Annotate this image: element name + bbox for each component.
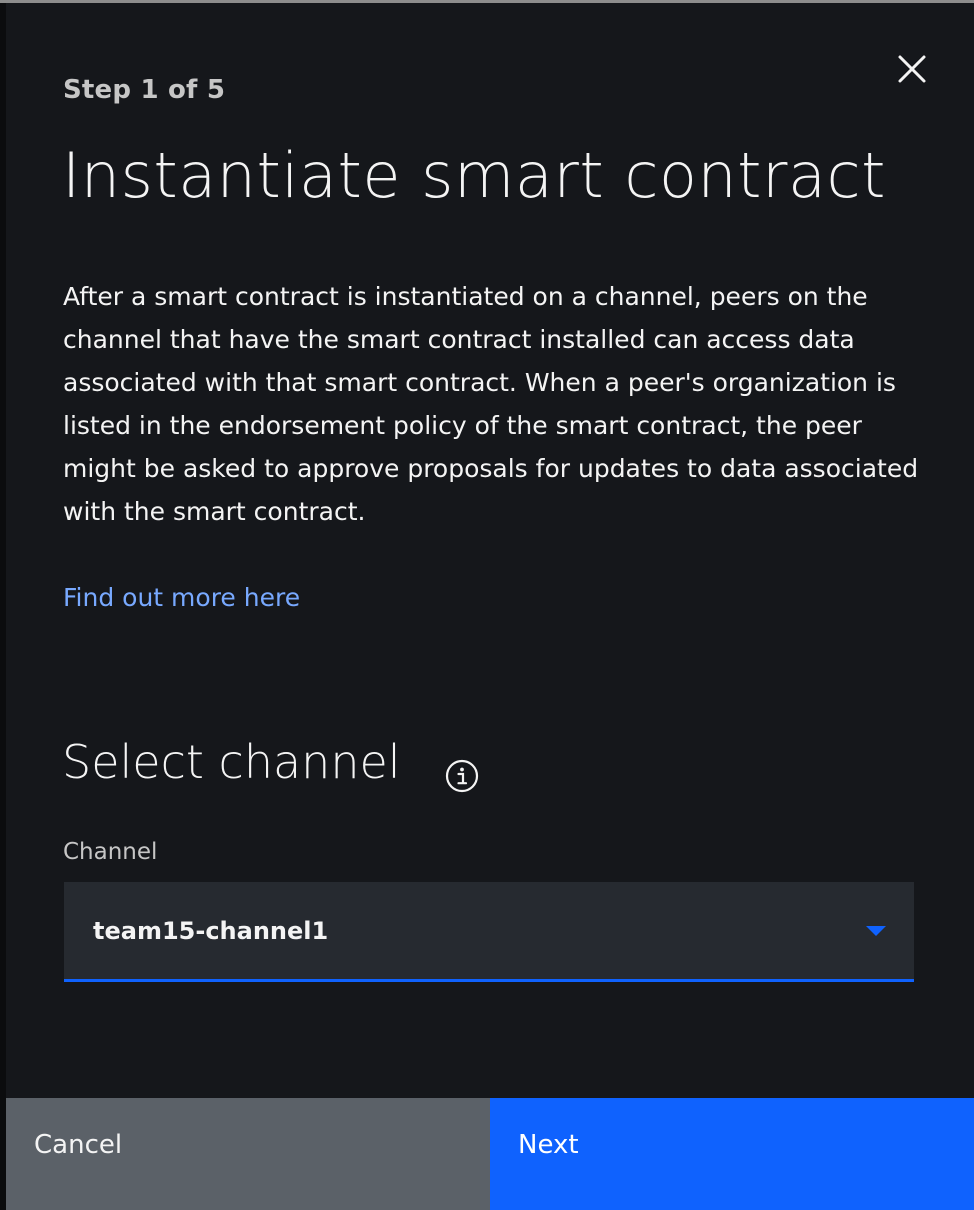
caret-down-icon xyxy=(866,926,886,936)
select-channel-heading: Select channel xyxy=(62,735,401,789)
modal-description: After a smart contract is instantiated o… xyxy=(63,282,919,526)
modal-left-edge xyxy=(0,3,6,1210)
close-button[interactable] xyxy=(890,47,934,91)
instantiate-modal: Step 1 of 5 Instantiate smart contract A… xyxy=(0,0,974,1210)
channel-field-label: Channel xyxy=(63,839,158,865)
close-icon xyxy=(898,55,926,83)
channel-select-value: team15-channel1 xyxy=(93,917,329,945)
channel-select[interactable]: team15-channel1 xyxy=(64,882,914,982)
find-out-more-link[interactable]: Find out more here xyxy=(63,583,300,612)
step-indicator: Step 1 of 5 xyxy=(63,75,226,105)
next-button[interactable]: Next xyxy=(490,1098,974,1210)
cancel-button[interactable]: Cancel xyxy=(6,1098,490,1210)
info-icon[interactable] xyxy=(445,759,479,793)
modal-title: Instantiate smart contract xyxy=(62,139,886,212)
modal-footer: Cancel Next xyxy=(6,1098,974,1210)
